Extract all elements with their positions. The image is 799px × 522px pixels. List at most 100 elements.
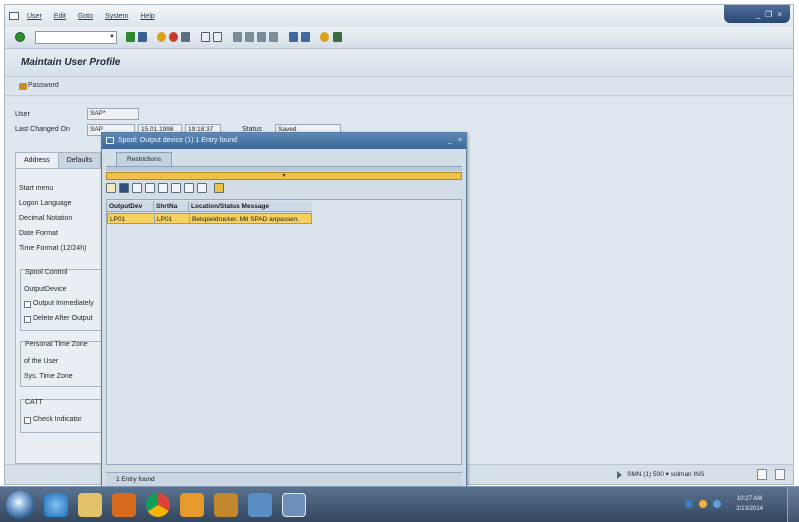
help-icon[interactable] <box>320 32 329 42</box>
next-page-icon[interactable] <box>257 32 266 42</box>
menu-goto[interactable]: Goto <box>78 13 93 20</box>
chrome-icon[interactable] <box>146 493 170 517</box>
cell-output-dev: LP01 <box>108 214 155 223</box>
tab-address[interactable]: Address <box>15 152 59 168</box>
window-controls: _ ❐ × <box>724 5 790 23</box>
media-player-icon[interactable] <box>112 493 136 517</box>
cell-short-name: LP01 <box>155 214 190 223</box>
shortcut-icon[interactable] <box>301 32 310 42</box>
tab-defaults[interactable]: Defaults <box>57 152 102 168</box>
layout-menu-icon[interactable] <box>333 32 342 42</box>
logon-language-label: Logon Language <box>19 200 72 207</box>
application-icon[interactable] <box>248 493 272 517</box>
status-expand-icon[interactable] <box>617 471 622 479</box>
column-location[interactable]: Location/Status Message <box>189 201 310 211</box>
system-info[interactable]: SMN (1) 500 ▾ solman INS <box>627 470 704 478</box>
user-field[interactable]: SAP* <box>87 108 139 120</box>
print-icon[interactable] <box>184 183 194 193</box>
menu-user[interactable]: User <box>27 13 42 20</box>
restore-button[interactable]: ❐ <box>765 10 772 19</box>
catt-group: CATT Check Indicator <box>20 399 112 433</box>
create-session-icon[interactable] <box>289 32 298 42</box>
dialog-close-button[interactable]: × <box>458 133 462 149</box>
dialog-window-icon <box>106 137 114 144</box>
command-dropdown-icon[interactable]: ▼ <box>108 32 116 43</box>
dialog-minimize-button[interactable]: _ <box>448 133 452 149</box>
find-next-icon[interactable] <box>213 32 222 42</box>
user-label: User <box>15 111 30 118</box>
print-icon[interactable] <box>181 32 190 42</box>
list-header: OutputDev ShrtNa Location/Status Message <box>107 201 312 212</box>
output-device-list: OutputDev ShrtNa Location/Status Message… <box>106 199 462 465</box>
cancel-selection-icon[interactable] <box>119 183 129 193</box>
tab-restrictions[interactable]: Restrictions <box>116 152 172 166</box>
menu-bar: User Edit Goto System Help _ ❐ × <box>5 5 793 27</box>
last-changed-label: Last Changed On <box>15 126 70 133</box>
menu-help[interactable]: Help <box>140 13 154 20</box>
cancel-icon[interactable] <box>169 32 178 42</box>
output-immediately-label: Output Immediately <box>33 300 94 307</box>
clock[interactable]: 10:27 AM 2/13/2014 <box>736 494 763 514</box>
menu-edit[interactable]: Edit <box>54 13 66 20</box>
clock-time: 10:27 AM <box>736 496 763 502</box>
file-explorer-icon[interactable] <box>78 493 102 517</box>
output-immediately-checkbox[interactable] <box>24 301 31 308</box>
command-field[interactable] <box>35 31 117 44</box>
cell-location: Beispieldrucker. Mit SPAD anpassen. <box>192 216 300 223</box>
layout-icon[interactable] <box>197 183 207 193</box>
status-lock-icon[interactable] <box>775 469 785 480</box>
first-page-icon[interactable] <box>233 32 242 42</box>
notepad-icon[interactable] <box>282 493 306 517</box>
sort-icon[interactable] <box>158 183 168 193</box>
personal-time-zone-title: Personal Time Zone <box>25 341 88 348</box>
spool-control-title: Spool Control <box>25 269 68 276</box>
personal-time-zone-group: Personal Time Zone of the User Sys. Time… <box>20 341 112 387</box>
start-button[interactable] <box>6 491 34 519</box>
previous-page-icon[interactable] <box>245 32 254 42</box>
password-button[interactable]: Password <box>28 82 59 89</box>
windows-taskbar: 10:27 AM 2/13/2014 <box>0 486 799 522</box>
favorites-icon[interactable] <box>214 183 224 193</box>
tray-app-icon[interactable] <box>699 500 707 508</box>
back-icon[interactable] <box>126 32 135 42</box>
continue-icon[interactable] <box>106 183 116 193</box>
volume-icon[interactable] <box>713 500 721 508</box>
save-icon[interactable] <box>138 32 147 42</box>
check-indicator-label: Check Indicator <box>33 416 82 423</box>
output-device-label: OutputDevice <box>24 286 67 293</box>
internet-explorer-icon[interactable] <box>44 493 68 517</box>
enter-icon[interactable] <box>15 32 25 42</box>
network-icon[interactable] <box>685 500 693 508</box>
close-button[interactable]: × <box>777 10 782 19</box>
defaults-tab-panel: Start menu Logon Language Decimal Notati… <box>15 168 112 464</box>
spool-control-group: Spool Control OutputDevice Output Immedi… <box>20 269 112 331</box>
decimal-notation-label: Decimal Notation <box>19 215 73 222</box>
sap-gui-icon[interactable] <box>214 493 238 517</box>
last-page-icon[interactable] <box>269 32 278 42</box>
restrictions-tabstrip <box>106 166 462 171</box>
minimize-button[interactable]: _ <box>756 10 760 19</box>
check-indicator-checkbox[interactable] <box>24 417 31 424</box>
sap-logon-icon[interactable] <box>180 493 204 517</box>
find-next-icon[interactable] <box>145 183 155 193</box>
filter-icon[interactable] <box>171 183 181 193</box>
find-icon[interactable] <box>201 32 210 42</box>
start-menu-label: Start menu <box>19 185 54 192</box>
sap-menu-icon[interactable] <box>9 12 19 20</box>
date-format-label: Date Format <box>19 230 58 237</box>
delete-after-output-checkbox[interactable] <box>24 316 31 323</box>
dialog-title: Spool: Output device (1) 1 Entry found <box>118 137 238 144</box>
menu-system[interactable]: System <box>105 13 128 20</box>
find-icon[interactable] <box>132 183 142 193</box>
column-output-dev[interactable]: OutputDev <box>107 201 154 211</box>
exit-icon[interactable] <box>157 32 166 42</box>
spool-output-device-dialog: Spool: Output device (1) 1 Entry found _… <box>101 132 467 490</box>
title-bar: Maintain User Profile <box>5 49 793 77</box>
system-time-zone-label: Sys. Time Zone <box>24 373 73 380</box>
column-short-name[interactable]: ShrtNa <box>154 201 189 211</box>
status-info-icon[interactable] <box>757 469 767 480</box>
table-row[interactable]: LP01 LP01 Beispieldrucker. Mit SPAD anpa… <box>107 213 312 224</box>
show-desktop-button[interactable] <box>787 487 799 522</box>
collapse-restrictions-bar[interactable]: ▾ <box>106 172 462 180</box>
time-zone-user-label: of the User <box>24 358 59 365</box>
